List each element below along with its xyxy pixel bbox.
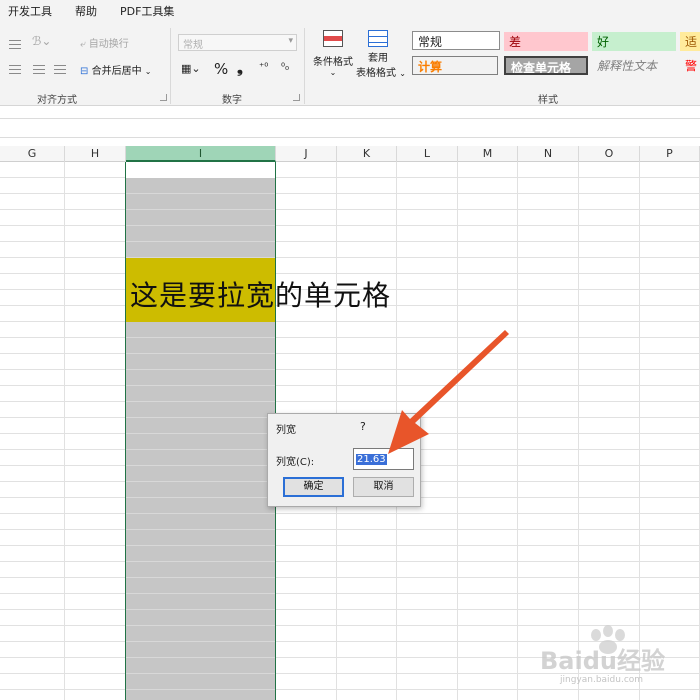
column-header-l[interactable]: L xyxy=(397,146,458,162)
ribbon-separator xyxy=(170,28,171,104)
align-top-icon[interactable] xyxy=(9,39,21,52)
style-good[interactable]: 好 xyxy=(592,32,676,51)
number-format-value: 常规 xyxy=(183,40,203,51)
column-header-i[interactable]: I xyxy=(126,146,276,162)
menu-help[interactable]: 帮助 xyxy=(75,3,97,19)
text-orientation-icon[interactable]: ℬ⌄ xyxy=(32,34,52,48)
merge-center-button[interactable]: ⊟ 合并后居中 ⌄ xyxy=(80,62,151,77)
alignment-group-label: 对齐方式 xyxy=(37,95,77,106)
number-format-select[interactable]: 常规 ▾ xyxy=(178,34,297,51)
ok-button[interactable]: 确定 xyxy=(283,477,344,497)
column-header-n[interactable]: N xyxy=(518,146,579,162)
conditional-format-icon xyxy=(323,30,343,47)
table-format-label-2: 表格格式 ⌄ xyxy=(356,68,406,79)
table-format-label-1: 套用 xyxy=(368,53,388,64)
cancel-button[interactable]: 取消 xyxy=(353,477,414,497)
selected-column-i[interactable] xyxy=(125,162,276,700)
column-header-m[interactable]: M xyxy=(458,146,518,162)
style-neutral[interactable]: 适 xyxy=(680,32,700,51)
column-header-g[interactable]: G xyxy=(0,146,65,162)
number-launcher-icon[interactable] xyxy=(293,94,300,101)
menu-pdf-tools[interactable]: PDF工具集 xyxy=(120,3,174,19)
watermark-subtext: jingyan.baidu.com xyxy=(560,675,644,685)
wrap-text-button[interactable]: ⤶ 自动换行 xyxy=(80,35,129,50)
ribbon-separator xyxy=(304,28,305,104)
conditional-format-button[interactable]: 条件格式 ⌄ xyxy=(312,30,354,90)
help-button[interactable]: ? xyxy=(360,420,366,433)
table-format-icon xyxy=(368,30,388,47)
style-explanatory[interactable]: 解释性文本 xyxy=(592,56,676,75)
column-header-h[interactable]: H xyxy=(65,146,126,162)
column-width-dialog: 列宽 ? 列宽(C): 21.63 确定 取消 xyxy=(267,413,421,507)
number-group-label: 数字 xyxy=(222,95,242,106)
cell-content-text: 这是要拉宽的单元格 xyxy=(130,279,392,312)
merge-center-icon: ⊟ xyxy=(80,66,89,77)
increase-indent-icon[interactable] xyxy=(54,64,66,77)
style-check-cell[interactable]: 检查单元格 xyxy=(504,56,588,75)
style-normal[interactable]: 常规 xyxy=(412,31,500,50)
column-header-j[interactable]: J xyxy=(276,146,337,162)
increase-decimal-icon[interactable]: ⁺⁰ xyxy=(259,62,268,73)
formula-bar[interactable] xyxy=(0,118,700,138)
comma-style-button[interactable]: ❟ xyxy=(237,59,243,77)
column-width-value: 21.63 xyxy=(356,454,387,465)
style-bad[interactable]: 差 xyxy=(504,32,588,51)
currency-icon: ▦⌄ xyxy=(181,62,201,75)
conditional-format-label: 条件格式 xyxy=(313,57,353,68)
style-calculation[interactable]: 计算 xyxy=(412,56,498,75)
column-width-input[interactable]: 21.63 xyxy=(353,448,414,470)
percent-button[interactable]: % xyxy=(214,60,228,78)
column-header-row: G H I J K L M N O P xyxy=(0,146,700,162)
chevron-down-icon: ⌄ xyxy=(399,69,406,78)
ribbon: ℬ⌄ ⤶ 自动换行 ⊟ 合并后居中 ⌄ 对齐方式 常规 ▾ ▦⌄ % ❟ ⁺⁰ … xyxy=(0,22,700,106)
style-warning[interactable]: 警 xyxy=(680,56,700,75)
wrap-text-icon: ⤶ xyxy=(80,39,86,50)
column-header-k[interactable]: K xyxy=(337,146,397,162)
column-width-label: 列宽(C): xyxy=(276,457,315,468)
merge-center-label: 合并后居中 xyxy=(91,66,142,77)
styles-group-label: 样式 xyxy=(538,95,558,106)
column-header-p[interactable]: P xyxy=(640,146,700,162)
dialog-title: 列宽 xyxy=(276,425,296,436)
alignment-launcher-icon[interactable] xyxy=(160,94,167,101)
active-cell[interactable] xyxy=(126,162,275,178)
format-as-table-button[interactable]: 套用 表格格式 ⌄ xyxy=(356,30,406,90)
watermark-text: Baidu经验 xyxy=(540,647,665,675)
menu-developer-tools[interactable]: 开发工具 xyxy=(8,3,52,19)
menu-bar: 开发工具 帮助 PDF工具集 xyxy=(0,0,700,22)
chevron-down-icon: ⌄ xyxy=(329,68,337,77)
chevron-down-icon: ▾ xyxy=(288,36,293,46)
decrease-decimal-icon[interactable]: ⁰₀ xyxy=(281,62,289,73)
decrease-indent-icon[interactable] xyxy=(33,64,45,77)
align-left-icon[interactable] xyxy=(9,64,21,77)
column-header-o[interactable]: O xyxy=(579,146,640,162)
accounting-format-button[interactable]: ▦⌄ xyxy=(181,62,201,75)
wrap-text-label: 自动换行 xyxy=(88,39,129,50)
chevron-down-icon: ⌄ xyxy=(144,67,152,76)
